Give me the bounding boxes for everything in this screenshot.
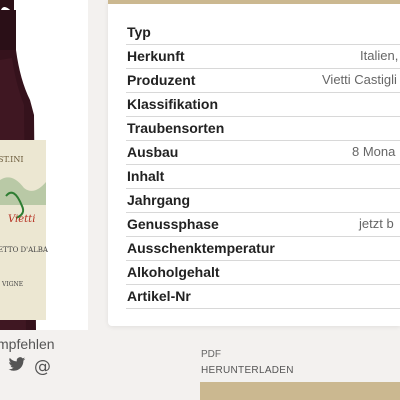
detail-row-typ: Typ <box>126 22 400 45</box>
detail-label: Ausschenktemperatur <box>127 240 275 256</box>
label-brand-text: Vietti <box>8 214 35 225</box>
detail-label: Produzent <box>127 72 196 88</box>
detail-label: Alkoholgehalt <box>127 264 220 280</box>
product-image-card: ST.INI Vietti ETTO D'ALBA VIGNE <box>0 0 88 330</box>
detail-value: Italien, <box>360 48 399 63</box>
detail-row-traubensorten: Traubensorten <box>126 118 400 141</box>
detail-value: Vietti Castigli <box>322 72 397 87</box>
label-top-text: ST.INI <box>0 155 24 164</box>
detail-label: Genussphase <box>127 216 219 232</box>
detail-label: Traubensorten <box>127 120 225 136</box>
accent-line <box>108 0 400 4</box>
pdf-download-link[interactable]: HERUNTERLADEN <box>201 365 294 376</box>
at-icon[interactable]: @ <box>34 357 51 377</box>
detail-value: jetzt b <box>359 216 394 231</box>
share-label: mpfehlen <box>0 336 55 352</box>
detail-row-ausbau: Ausbau 8 Mona <box>126 142 400 165</box>
detail-label: Ausbau <box>127 144 179 160</box>
detail-row-inhalt: Inhalt <box>126 166 400 189</box>
detail-row-herkunft: Herkunft Italien, <box>126 46 400 69</box>
detail-row-artikel-nr: Artikel-Nr <box>126 286 400 309</box>
product-details-table: Typ Herkunft Italien, Produzent Vietti C… <box>108 0 400 326</box>
download-button-bar[interactable] <box>200 382 400 400</box>
detail-value: 8 Mona <box>352 144 396 159</box>
detail-row-klassifikation: Klassifikation <box>126 94 400 117</box>
label-wine-name: ETTO D'ALBA <box>0 246 49 254</box>
twitter-icon[interactable] <box>8 357 26 377</box>
detail-row-ausschenktemperatur: Ausschenktemperatur <box>126 238 400 261</box>
detail-row-genussphase: Genussphase jetzt b <box>126 214 400 237</box>
label-vineyard-text: VIGNE <box>1 281 23 288</box>
detail-row-jahrgang: Jahrgang <box>126 190 400 213</box>
detail-label: Jahrgang <box>127 192 191 208</box>
detail-row-alkoholgehalt: Alkoholgehalt <box>126 262 400 285</box>
detail-row-produzent: Produzent Vietti Castigli <box>126 70 400 93</box>
detail-label: Artikel-Nr <box>127 288 191 304</box>
detail-label: Typ <box>127 24 151 40</box>
detail-label: Inhalt <box>127 168 165 184</box>
wine-bottle-image[interactable]: ST.INI Vietti ETTO D'ALBA VIGNE <box>0 0 60 330</box>
pdf-label: PDF <box>201 349 221 360</box>
detail-label: Klassifikation <box>127 96 219 112</box>
detail-label: Herkunft <box>127 48 185 64</box>
share-icons: @ <box>8 357 51 377</box>
